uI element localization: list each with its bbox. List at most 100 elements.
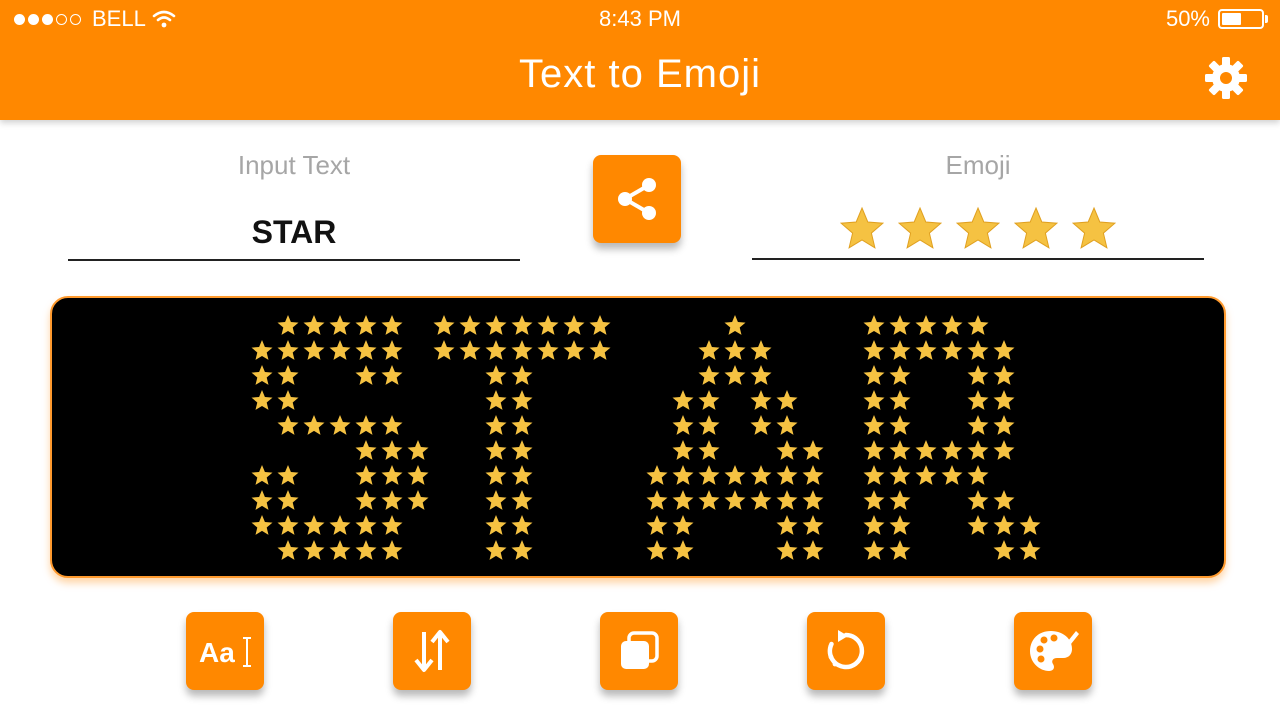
art-star (303, 540, 325, 560)
art-star (889, 390, 911, 410)
input-text-field[interactable] (68, 205, 520, 261)
share-button[interactable] (593, 155, 681, 243)
art-star (993, 390, 1015, 410)
art-star (724, 340, 746, 360)
art-star (802, 515, 824, 535)
art-star (941, 465, 963, 485)
art-star (511, 540, 533, 560)
star-emoji-icon (839, 206, 885, 249)
art-star (776, 540, 798, 560)
emoji-art-canvas (50, 296, 1226, 578)
art-star (485, 440, 507, 460)
palette-button[interactable] (1014, 612, 1092, 690)
art-star (863, 390, 885, 410)
art-star (672, 415, 694, 435)
art-star (537, 340, 559, 360)
art-star (672, 440, 694, 460)
art-star (941, 315, 963, 335)
art-star (511, 315, 533, 335)
art-star (381, 515, 403, 535)
swap-vertical-icon (414, 630, 450, 672)
input-text-label: Input Text (237, 150, 351, 180)
art-star (563, 315, 585, 335)
flip-direction-button[interactable] (393, 612, 471, 690)
art-star (750, 340, 772, 360)
art-star (802, 490, 824, 510)
art-star (863, 365, 885, 385)
art-star (485, 490, 507, 510)
art-star (277, 490, 299, 510)
emoji-art (251, 315, 1041, 560)
reset-button[interactable] (807, 612, 885, 690)
art-star (277, 315, 299, 335)
art-star (889, 340, 911, 360)
art-star (381, 540, 403, 560)
gear-icon[interactable] (1204, 56, 1248, 100)
art-star (355, 440, 377, 460)
art-star (329, 415, 351, 435)
art-star (915, 465, 937, 485)
battery-percent: 50% (1165, 6, 1210, 31)
art-star (355, 415, 377, 435)
art-star (355, 515, 377, 535)
art-star (698, 390, 720, 410)
art-star (459, 340, 481, 360)
art-star (407, 465, 429, 485)
status-bar: BELL 8:43 PM 50% (0, 4, 1280, 32)
art-star (277, 415, 299, 435)
art-star (889, 465, 911, 485)
art-star (863, 490, 885, 510)
art-star (698, 440, 720, 460)
art-star (993, 365, 1015, 385)
art-star (967, 415, 989, 435)
font-button[interactable]: Aa (186, 612, 264, 690)
art-star (511, 365, 533, 385)
art-star (329, 540, 351, 560)
art-star (915, 440, 937, 460)
art-star (724, 465, 746, 485)
art-star (863, 515, 885, 535)
art-star (967, 390, 989, 410)
art-star (251, 515, 273, 535)
art-star (511, 465, 533, 485)
art-star (589, 315, 611, 335)
battery-tip-icon (1265, 15, 1268, 23)
art-star (433, 340, 455, 360)
art-star (646, 515, 668, 535)
art-star (672, 465, 694, 485)
art-star (277, 465, 299, 485)
art-star (355, 365, 377, 385)
art-star (381, 490, 403, 510)
art-star (776, 415, 798, 435)
art-star (381, 440, 403, 460)
art-star (724, 490, 746, 510)
star-emoji-icon (1071, 206, 1117, 249)
art-star (407, 440, 429, 460)
art-star (672, 490, 694, 510)
art-star (802, 465, 824, 485)
emoji-output-field[interactable] (752, 200, 1204, 260)
art-star (993, 515, 1015, 535)
art-star (381, 465, 403, 485)
art-star (589, 340, 611, 360)
art-star (967, 515, 989, 535)
art-star (698, 340, 720, 360)
battery-icon (1218, 9, 1264, 29)
art-star (889, 365, 911, 385)
app-title: Text to Emoji (519, 52, 761, 96)
art-star (251, 490, 273, 510)
art-star (251, 390, 273, 410)
art-star (967, 465, 989, 485)
art-star (251, 340, 273, 360)
art-star (1019, 515, 1041, 535)
art-star (863, 440, 885, 460)
art-star (750, 415, 772, 435)
star-emoji-icon (897, 206, 943, 249)
art-star (381, 415, 403, 435)
copy-button[interactable] (600, 612, 678, 690)
art-star (459, 315, 481, 335)
art-star (750, 365, 772, 385)
art-star (646, 490, 668, 510)
art-star (993, 440, 1015, 460)
font-glyph: Aa (199, 637, 235, 668)
